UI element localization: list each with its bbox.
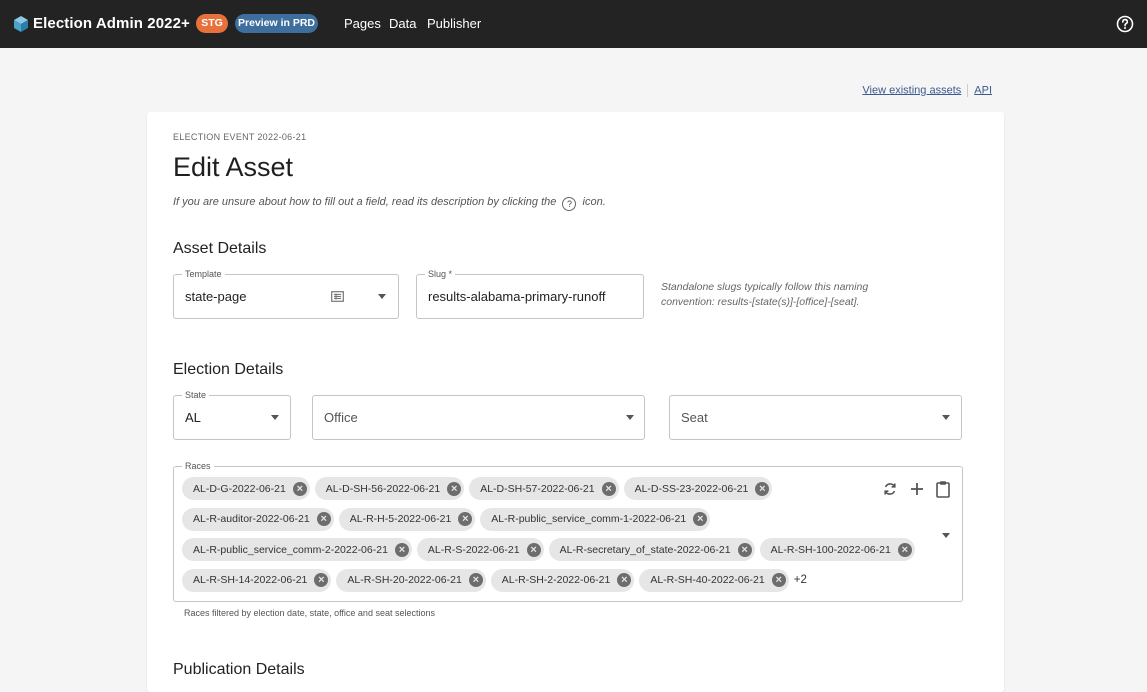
race-chip-label: AL-D-G-2022-06-21 bbox=[193, 482, 286, 495]
race-chip-label: AL-D-SH-57-2022-06-21 bbox=[480, 482, 595, 495]
race-chip[interactable]: AL-R-S-2022-06-21 × bbox=[416, 538, 544, 561]
race-chip-label: AL-R-SH-100-2022-06-21 bbox=[770, 543, 891, 556]
remove-icon[interactable]: × bbox=[447, 481, 462, 496]
publication-details-title: Publication Details bbox=[173, 661, 305, 678]
race-chip-label: AL-R-SH-14-2022-06-21 bbox=[193, 574, 308, 586]
race-chip[interactable]: AL-R-SH-40-2022-06-21 × bbox=[639, 568, 789, 592]
race-chip[interactable]: AL-D-G-2022-06-21 × bbox=[182, 477, 310, 500]
race-chip-label: AL-R-auditor-2022-06-21 bbox=[193, 513, 310, 525]
remove-icon[interactable]: × bbox=[617, 573, 632, 587]
remove-icon[interactable]: × bbox=[526, 542, 541, 557]
app-title[interactable]: Election Admin 2022+ bbox=[33, 15, 190, 32]
hint-text-end: icon. bbox=[582, 196, 606, 208]
edit-asset-card: ELECTION EVENT 2022-06-21 Edit Asset If … bbox=[147, 112, 1004, 692]
event-label: ELECTION EVENT 2022-06-21 bbox=[173, 132, 307, 142]
race-chip[interactable]: AL-R-secretary_of_state-2022-06-21 × bbox=[548, 538, 755, 561]
view-existing-assets-link[interactable]: View existing assets bbox=[862, 84, 961, 96]
template-preview-icon[interactable] bbox=[331, 291, 344, 302]
preview-prd-badge[interactable]: Preview in PRD bbox=[235, 14, 318, 33]
remove-icon[interactable]: × bbox=[458, 512, 473, 526]
race-chip-label: AL-R-SH-20-2022-06-21 bbox=[347, 574, 462, 586]
link-divider bbox=[967, 84, 969, 97]
race-chip[interactable]: AL-D-SH-56-2022-06-21 × bbox=[314, 477, 465, 500]
form-hint: If you are unsure about how to fill out … bbox=[173, 196, 606, 211]
chevron-down-icon[interactable] bbox=[942, 415, 950, 420]
remove-icon[interactable]: × bbox=[601, 481, 616, 496]
race-chip[interactable]: AL-D-SS-23-2022-06-21 × bbox=[623, 477, 773, 500]
election-details-title: Election Details bbox=[173, 361, 284, 378]
seat-select[interactable]: Seat bbox=[669, 395, 962, 440]
race-chip[interactable]: AL-R-H-5-2022-06-21 × bbox=[338, 507, 476, 531]
race-chips: AL-D-G-2022-06-21 × AL-D-SH-56-2022-06-21 ×… bbox=[182, 477, 962, 599]
asset-details-title: Asset Details bbox=[173, 240, 267, 257]
state-value: AL bbox=[185, 410, 201, 425]
slug-label: Slug * bbox=[425, 268, 456, 280]
add-icon[interactable] bbox=[908, 480, 926, 498]
template-label: Template bbox=[182, 268, 225, 280]
race-chip-label: AL-D-SS-23-2022-06-21 bbox=[634, 482, 749, 495]
state-label: State bbox=[182, 389, 210, 401]
refresh-icon[interactable] bbox=[881, 480, 899, 498]
seat-placeholder: Seat bbox=[681, 410, 708, 425]
slug-note: Standalone slugs typically follow this n… bbox=[661, 281, 869, 308]
race-chip-label: AL-R-S-2022-06-21 bbox=[427, 543, 520, 556]
env-badge: STG bbox=[196, 14, 228, 33]
remove-icon[interactable]: × bbox=[394, 542, 409, 557]
remove-icon[interactable]: × bbox=[316, 512, 331, 526]
race-chip-label: AL-R-secretary_of_state-2022-06-21 bbox=[559, 543, 731, 556]
race-chip-label: AL-R-public_service_comm-1-2022-06-21 bbox=[491, 513, 687, 525]
race-chip[interactable]: AL-D-SH-57-2022-06-21 × bbox=[469, 477, 619, 500]
office-select[interactable]: Office bbox=[312, 395, 645, 440]
office-placeholder: Office bbox=[324, 410, 358, 425]
nav-pages[interactable]: Pages bbox=[344, 16, 381, 31]
race-chip-label: AL-D-SH-56-2022-06-21 bbox=[325, 482, 441, 495]
chevron-down-icon[interactable] bbox=[626, 415, 634, 420]
races-more-count[interactable]: +2 bbox=[794, 569, 807, 592]
race-chip[interactable]: AL-R-SH-20-2022-06-21 × bbox=[336, 568, 486, 592]
template-select[interactable]: Template state-page bbox=[173, 268, 399, 319]
race-chip-label: AL-R-SH-2-2022-06-21 bbox=[501, 574, 611, 586]
cube-logo-icon bbox=[14, 16, 28, 32]
remove-icon[interactable]: × bbox=[314, 573, 329, 587]
remove-icon[interactable]: × bbox=[292, 481, 307, 496]
remove-icon[interactable]: × bbox=[468, 573, 483, 587]
chevron-down-icon[interactable] bbox=[271, 415, 279, 420]
races-label: Races bbox=[182, 460, 214, 472]
help-hint-icon: ? bbox=[562, 197, 577, 211]
race-chip[interactable]: AL-R-SH-100-2022-06-21 × bbox=[759, 538, 915, 561]
race-chip-label: AL-R-public_service_comm-2-2022-06-21 bbox=[193, 543, 388, 556]
races-multiselect[interactable]: Races AL-D-G-2022-06-21 × AL-D-SH-56-2022-… bbox=[173, 460, 963, 602]
race-chip[interactable]: AL-R-public_service_comm-2-2022-06-21 × bbox=[182, 538, 412, 561]
remove-icon[interactable]: × bbox=[771, 573, 786, 587]
hint-text: If you are unsure about how to fill out … bbox=[173, 196, 557, 208]
template-value: state-page bbox=[185, 289, 247, 304]
race-chip-label: AL-R-H-5-2022-06-21 bbox=[349, 513, 452, 525]
remove-icon[interactable]: × bbox=[737, 542, 752, 557]
remove-icon[interactable]: × bbox=[897, 542, 912, 557]
remove-icon[interactable]: × bbox=[693, 512, 708, 526]
remove-icon[interactable]: × bbox=[755, 481, 770, 496]
chevron-down-icon[interactable] bbox=[942, 533, 950, 538]
clipboard-icon[interactable] bbox=[934, 480, 952, 498]
nav-publisher[interactable]: Publisher bbox=[427, 16, 481, 31]
asset-links: View existing assets API bbox=[862, 84, 992, 97]
race-chip[interactable]: AL-R-SH-14-2022-06-21 × bbox=[182, 568, 332, 592]
race-chip-label: AL-R-SH-40-2022-06-21 bbox=[650, 574, 765, 586]
state-select[interactable]: State AL bbox=[173, 389, 291, 440]
race-tools bbox=[877, 480, 952, 498]
chevron-down-icon[interactable] bbox=[378, 294, 386, 299]
nav-data[interactable]: Data bbox=[389, 16, 416, 31]
race-chip[interactable]: AL-R-SH-2-2022-06-21 × bbox=[490, 568, 635, 592]
slug-field[interactable]: Slug * results-alabama-primary-runoff bbox=[416, 268, 644, 319]
api-link[interactable]: API bbox=[974, 84, 992, 96]
race-chip[interactable]: AL-R-public_service_comm-1-2022-06-21 × bbox=[480, 507, 711, 531]
race-chip[interactable]: AL-R-auditor-2022-06-21 × bbox=[182, 507, 334, 531]
help-circle-icon[interactable] bbox=[1115, 14, 1135, 34]
slug-value: results-alabama-primary-runoff bbox=[428, 289, 606, 304]
races-helper-text: Races filtered by election date, state, … bbox=[184, 608, 435, 618]
page-title: Edit Asset bbox=[173, 152, 294, 182]
top-bar: Election Admin 2022+ STG Preview in PRD … bbox=[0, 0, 1147, 48]
